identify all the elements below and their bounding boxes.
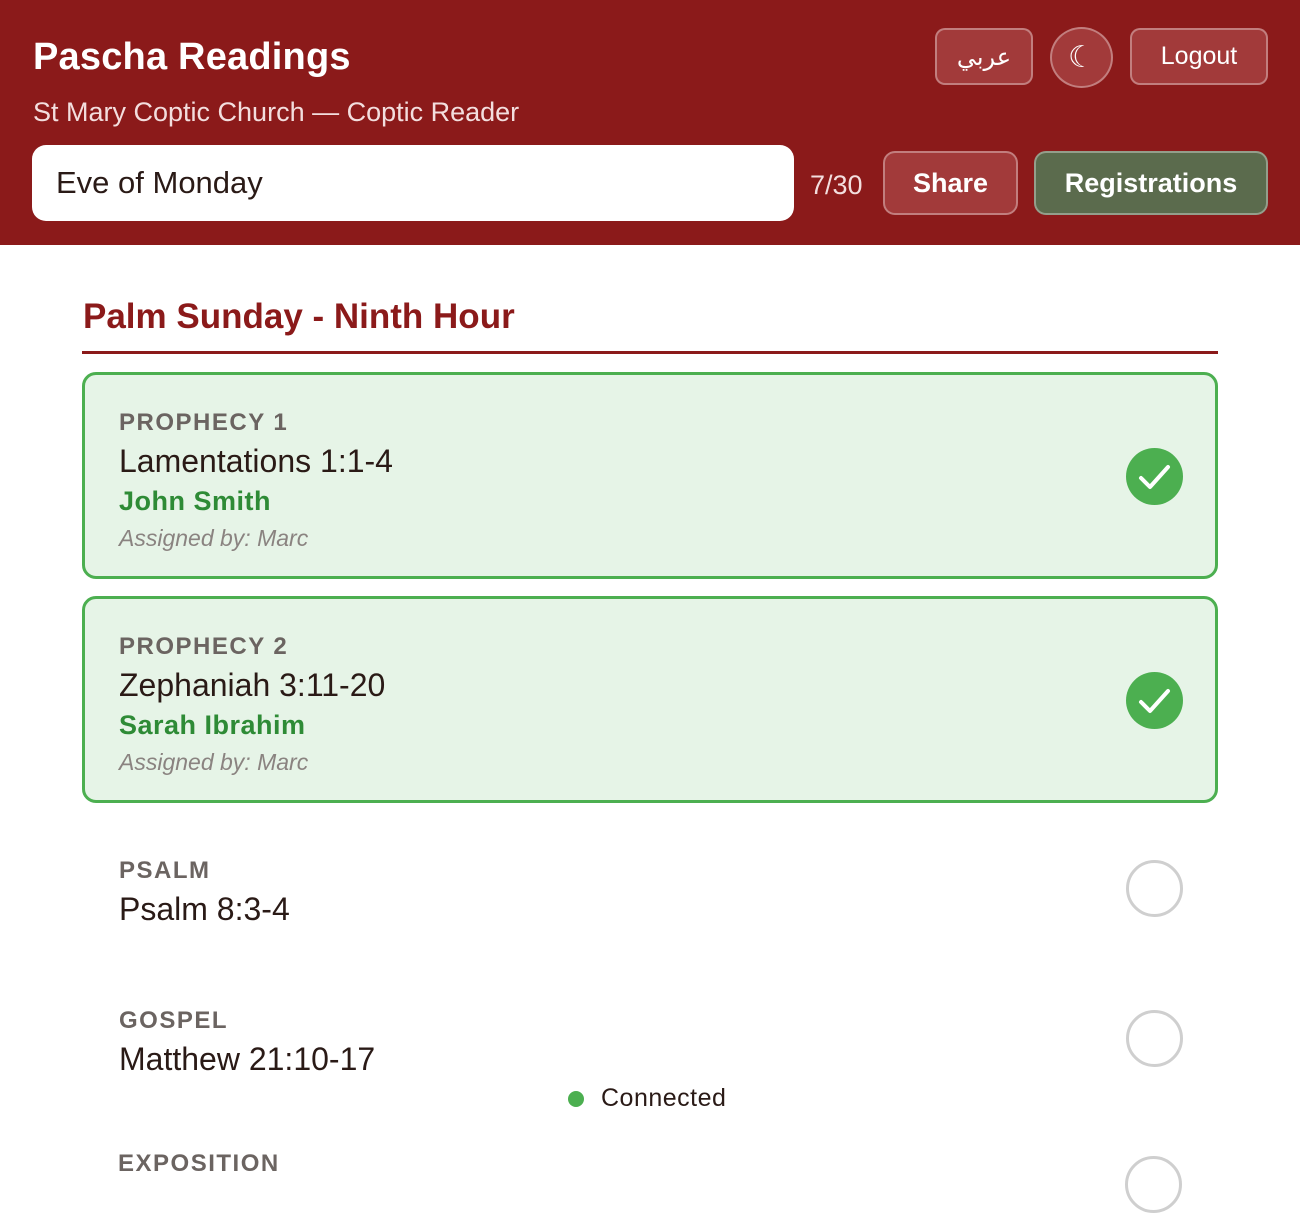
logout-button[interactable]: Logout (1130, 28, 1268, 85)
reading-kind: PROPHECY 2 (119, 633, 289, 660)
result-counter: 7/30 (810, 170, 863, 200)
share-button[interactable]: Share (883, 151, 1018, 215)
completed-checkbox[interactable] (1126, 672, 1183, 729)
assigned-by: Assigned by: Marc (119, 749, 309, 775)
app-title: Pascha Readings (33, 36, 351, 78)
reading-reference: Matthew 21:10-17 (119, 1041, 376, 1077)
reading-reference: Psalm 8:3-4 (119, 891, 290, 927)
reading-reference: Zephaniah 3:11-20 (119, 667, 386, 703)
completed-checkbox[interactable] (1126, 448, 1183, 505)
completed-checkbox[interactable] (1125, 1156, 1182, 1213)
assigned-by: Assigned by: Marc (119, 525, 309, 551)
completed-checkbox[interactable] (1126, 860, 1183, 917)
completed-checkbox[interactable] (1126, 1010, 1183, 1067)
app-header: Pascha Readings St Mary Coptic Church — … (0, 0, 1300, 245)
reading-card[interactable]: PROPHECY 2 Zephaniah 3:11-20 Sarah Ibrah… (82, 596, 1218, 803)
moon-icon: ☾ (1068, 40, 1095, 75)
theme-toggle-button[interactable]: ☾ (1050, 27, 1113, 88)
reading-reference: Lamentations 1:1-4 (119, 443, 393, 479)
reader-name: John Smith (119, 486, 271, 516)
connection-status: Connected (568, 1084, 726, 1113)
language-toggle-button[interactable]: عربي (935, 28, 1033, 85)
reading-card[interactable]: PROPHECY 1 Lamentations 1:1-4 John Smith… (82, 372, 1218, 579)
app-subtitle: St Mary Coptic Church — Coptic Reader (33, 97, 520, 127)
reader-name: Sarah Ibrahim (119, 710, 306, 740)
reading-kind: GOSPEL (119, 1007, 229, 1034)
search-input[interactable] (32, 145, 794, 221)
checkmark-icon (1139, 689, 1170, 713)
reading-card[interactable]: PSALM Psalm 8:3-4 (82, 820, 1218, 960)
status-dot-icon (568, 1090, 584, 1107)
reading-kind: EXPOSITION (118, 1150, 280, 1177)
section-title: Palm Sunday - Ninth Hour (83, 297, 515, 336)
reading-kind: PROPHECY 1 (119, 409, 289, 436)
section-divider (82, 351, 1218, 354)
connection-status-text: Connected (601, 1084, 727, 1112)
registrations-button[interactable]: Registrations (1034, 151, 1268, 215)
reading-kind: PSALM (119, 857, 211, 884)
checkmark-icon (1139, 465, 1170, 489)
